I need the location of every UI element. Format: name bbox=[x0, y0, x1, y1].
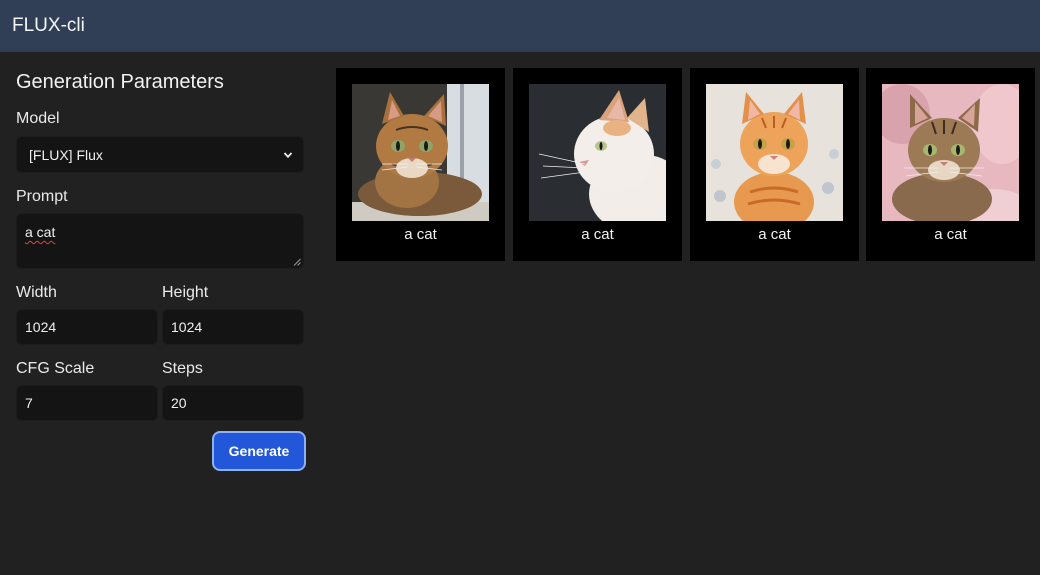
generate-button[interactable]: Generate bbox=[212, 431, 306, 471]
cat-image[interactable] bbox=[882, 84, 1019, 221]
model-label: Model bbox=[16, 110, 60, 127]
gallery-card[interactable]: a cat bbox=[866, 68, 1035, 261]
model-select[interactable]: [FLUX] Flux bbox=[16, 136, 304, 173]
height-value: 1024 bbox=[171, 319, 203, 335]
gallery-card[interactable]: a cat bbox=[513, 68, 682, 261]
prompt-text: a cat bbox=[25, 224, 56, 240]
height-input[interactable]: 1024 bbox=[162, 309, 304, 345]
image-caption: a cat bbox=[934, 226, 967, 243]
steps-input[interactable]: 20 bbox=[162, 385, 304, 421]
app-title: FLUX-cli bbox=[12, 15, 85, 36]
gallery-card[interactable]: a cat bbox=[690, 68, 859, 261]
model-select-value: [FLUX] Flux bbox=[29, 146, 103, 163]
image-caption: a cat bbox=[404, 226, 437, 243]
prompt-label: Prompt bbox=[16, 188, 68, 205]
top-bar: FLUX-cli bbox=[0, 0, 1040, 52]
image-caption: a cat bbox=[581, 226, 614, 243]
steps-label: Steps bbox=[162, 360, 203, 377]
cat-image[interactable] bbox=[706, 84, 843, 221]
section-title: Generation Parameters bbox=[16, 71, 224, 93]
prompt-textarea[interactable]: a cat bbox=[16, 213, 304, 269]
height-label: Height bbox=[162, 284, 209, 301]
steps-value: 20 bbox=[171, 395, 187, 411]
cat-image[interactable] bbox=[352, 84, 489, 221]
cfg-scale-input[interactable]: 7 bbox=[16, 385, 158, 421]
width-value: 1024 bbox=[25, 319, 57, 335]
chevron-down-icon bbox=[283, 151, 293, 158]
image-gallery: a cat a cat a cat a cat bbox=[336, 68, 1036, 262]
resize-grip-icon[interactable] bbox=[293, 258, 301, 266]
image-caption: a cat bbox=[758, 226, 791, 243]
gallery-card[interactable]: a cat bbox=[336, 68, 505, 261]
cfg-scale-value: 7 bbox=[25, 395, 33, 411]
cat-image[interactable] bbox=[529, 84, 666, 221]
cfg-scale-label: CFG Scale bbox=[16, 360, 95, 377]
width-input[interactable]: 1024 bbox=[16, 309, 158, 345]
width-label: Width bbox=[16, 284, 57, 301]
